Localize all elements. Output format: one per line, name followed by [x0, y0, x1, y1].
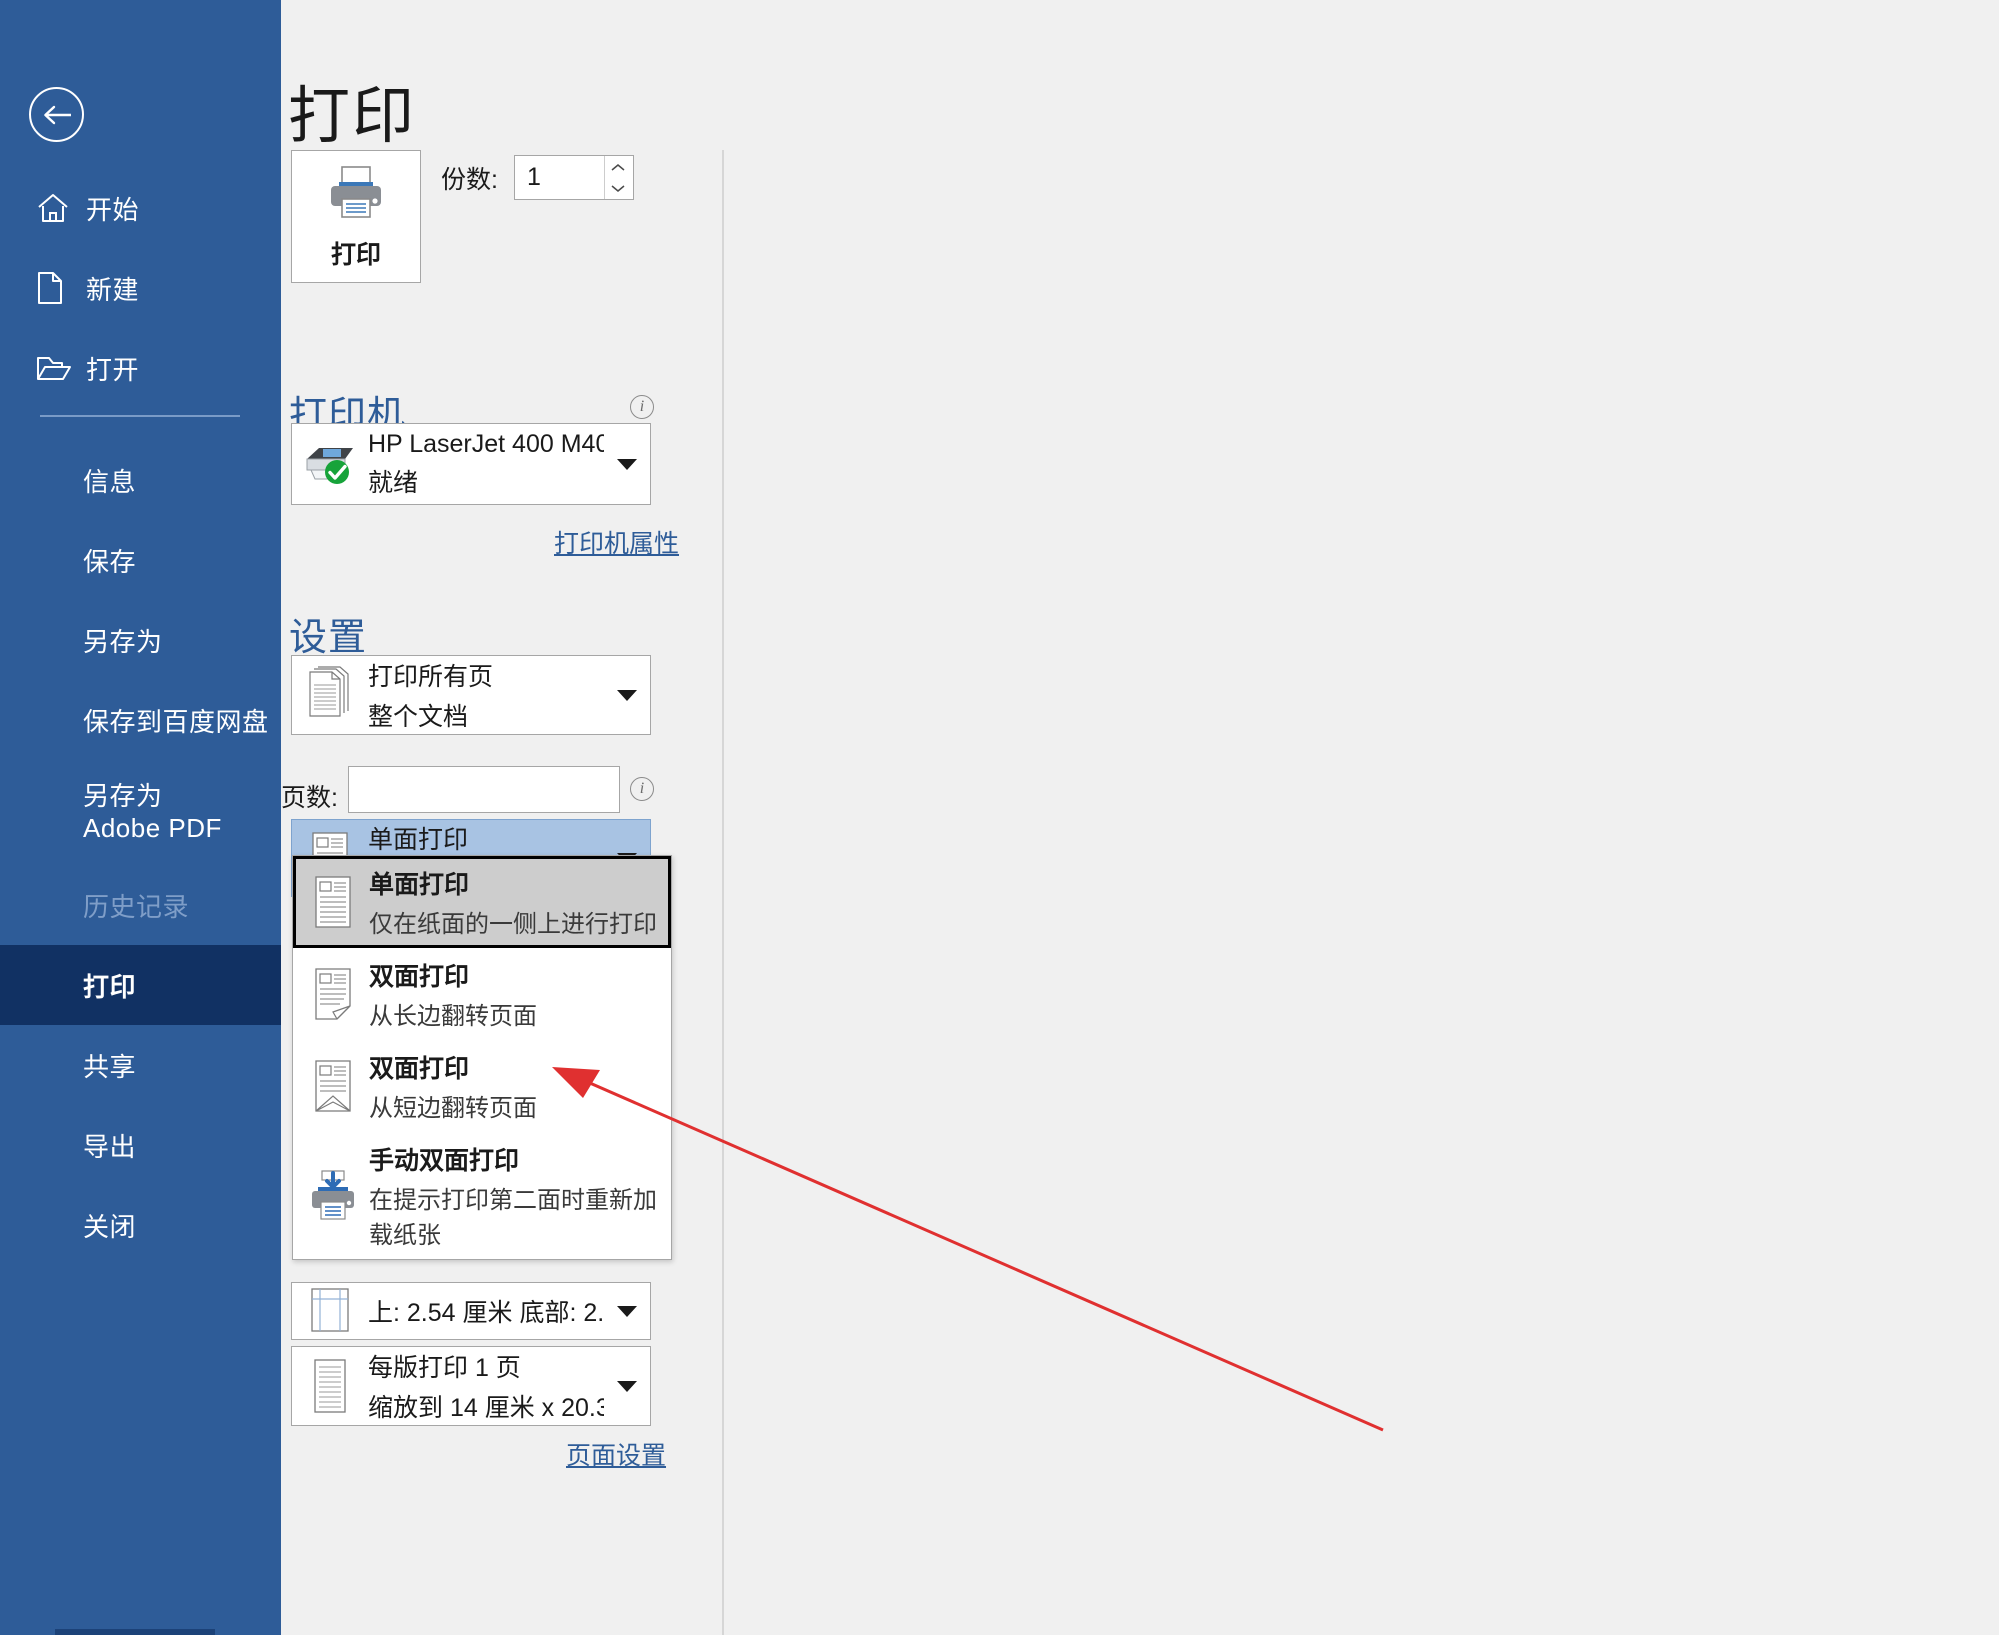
- margins-icon: [292, 1287, 368, 1335]
- new-document-icon: [36, 271, 80, 305]
- printer-select[interactable]: HP LaserJet 400 M401... 就绪: [291, 423, 651, 505]
- margins-select[interactable]: 上: 2.54 厘米 底部: 2.54...: [291, 1282, 651, 1340]
- margins-select-text: 上: 2.54 厘米 底部: 2.54...: [368, 1293, 604, 1329]
- sidebar-item-label: 新建: [86, 274, 140, 305]
- duplex-option-subtitle: 仅在纸面的一侧上进行打印: [369, 911, 657, 938]
- duplex-option-title: 双面打印: [369, 963, 470, 991]
- panel-divider: [722, 150, 724, 1635]
- sidebar-item-new[interactable]: 新建: [0, 248, 281, 328]
- chevron-down-icon[interactable]: [604, 458, 650, 470]
- copies-input[interactable]: [514, 157, 595, 198]
- chevron-down-icon[interactable]: [604, 1305, 650, 1317]
- duplex-option-manual[interactable]: 手动双面打印 在提示打印第二面时重新加载纸张: [293, 1132, 671, 1259]
- sidebar-item-home[interactable]: 开始: [0, 168, 281, 248]
- sidebar-item-print[interactable]: 打印: [0, 945, 281, 1025]
- printer-properties-link[interactable]: 打印机属性: [554, 524, 679, 560]
- duplex-title: 单面打印: [368, 826, 469, 854]
- duplex-dropdown-list: 单面打印 仅在纸面的一侧上进行打印 双面打印 从长边翻转页面 双面打印 从短边翻…: [292, 855, 672, 1260]
- word-backstage-print-screen: 开始 新建 打开 信息 保存 另存为 保存到百度网盘 另存为 Adobe PDF…: [0, 0, 1999, 1635]
- printer-device-icon: [292, 439, 368, 489]
- duplex-option-long-edge[interactable]: 双面打印 从长边翻转页面: [293, 948, 671, 1040]
- copies-spinner-down[interactable]: [605, 178, 632, 199]
- duplex-option-subtitle: 在提示打印第二面时重新加载纸张: [369, 1187, 657, 1249]
- page-setup-link[interactable]: 页面设置: [566, 1436, 666, 1472]
- print-settings-panel: 打印 打印 份数: 1 打印机 i HP LaserJet 400 M40 就绪…: [281, 0, 1999, 1635]
- sidebar-item-info[interactable]: 信息: [0, 440, 281, 520]
- sidebar-command-list: 信息 保存 另存为 保存到百度网盘 另存为 Adobe PDF 历史记录 打印 …: [0, 440, 281, 1265]
- sidebar-item-label: 开始: [86, 194, 140, 225]
- back-arrow-icon[interactable]: [29, 87, 84, 142]
- duplex-option-one-sided[interactable]: 单面打印 仅在纸面的一侧上进行打印: [293, 856, 671, 948]
- sidebar-scroll-indicator[interactable]: [55, 1629, 215, 1635]
- chevron-down-icon[interactable]: [604, 689, 650, 701]
- manual-duplex-icon: [297, 1169, 369, 1223]
- pages-per-sheet-icon: [292, 1357, 368, 1415]
- sidebar-item-close[interactable]: 关闭: [0, 1185, 281, 1265]
- print-range-select[interactable]: 打印所有页 整个文档: [291, 655, 651, 735]
- duplex-option-title: 单面打印: [369, 871, 470, 899]
- duplex-option-text: 手动双面打印 在提示打印第二面时重新加载纸张: [369, 1141, 665, 1250]
- open-folder-icon: [36, 353, 80, 383]
- page-title: 打印: [288, 82, 417, 151]
- copies-spinner-up[interactable]: [605, 157, 632, 178]
- duplex-option-title: 双面打印: [369, 1055, 470, 1083]
- copies-spinner[interactable]: [603, 156, 632, 199]
- pages-per-sheet-subtitle: 缩放到 14 厘米 x 20.3...: [368, 1394, 604, 1422]
- print-range-title: 打印所有页: [368, 663, 494, 691]
- copies-row: 份数:: [441, 155, 634, 200]
- sidebar-item-save-to-baidu-netdisk[interactable]: 保存到百度网盘: [0, 680, 281, 760]
- duplex-option-subtitle: 从短边翻转页面: [369, 1095, 537, 1122]
- pages-per-sheet-title: 每版打印 1 页: [368, 1354, 521, 1382]
- backstage-sidebar: 开始 新建 打开 信息 保存 另存为 保存到百度网盘 另存为 Adobe PDF…: [0, 0, 281, 1635]
- sidebar-top-group: 开始 新建 打开: [0, 168, 281, 408]
- all-pages-icon: [292, 666, 368, 724]
- chevron-down-icon[interactable]: [604, 1380, 650, 1392]
- printer-select-text: HP LaserJet 400 M401... 就绪: [368, 430, 604, 499]
- duplex-option-text: 双面打印 从长边翻转页面: [369, 957, 537, 1031]
- sidebar-item-save[interactable]: 保存: [0, 520, 281, 600]
- duplex-option-title: 手动双面打印: [369, 1147, 520, 1175]
- duplex-option-text: 单面打印 仅在纸面的一侧上进行打印: [369, 865, 657, 939]
- print-range-subtitle: 整个文档: [368, 703, 469, 731]
- print-button[interactable]: 打印: [291, 150, 421, 283]
- pages-per-sheet-text: 每版打印 1 页 缩放到 14 厘米 x 20.3...: [368, 1348, 604, 1424]
- duplex-option-subtitle: 从长边翻转页面: [369, 1003, 537, 1030]
- printer-icon: [325, 162, 387, 227]
- sidebar-item-save-as-adobe-pdf[interactable]: 另存为 Adobe PDF: [0, 760, 281, 865]
- margins-title: 上: 2.54 厘米 底部: 2.54...: [368, 1299, 604, 1327]
- printer-status: 就绪: [368, 468, 419, 497]
- sidebar-item-label: 另存为 Adobe PDF: [83, 780, 222, 843]
- pages-label: 页数:: [281, 784, 338, 812]
- print-range-text: 打印所有页 整个文档: [368, 657, 604, 733]
- duplex-option-text: 双面打印 从短边翻转页面: [369, 1049, 537, 1123]
- duplex-long-edge-icon: [297, 966, 369, 1022]
- sidebar-item-open[interactable]: 打开: [0, 328, 281, 408]
- copies-stepper[interactable]: [513, 155, 634, 200]
- pages-per-sheet-select[interactable]: 每版打印 1 页 缩放到 14 厘米 x 20.3...: [291, 1346, 651, 1426]
- sidebar-divider: [40, 415, 240, 417]
- duplex-option-short-edge[interactable]: 双面打印 从短边翻转页面: [293, 1040, 671, 1132]
- sidebar-item-export[interactable]: 导出: [0, 1105, 281, 1185]
- settings-section-heading: 设置: [289, 617, 368, 659]
- info-icon[interactable]: i: [630, 777, 654, 801]
- sidebar-item-label: 打开: [86, 354, 140, 385]
- copies-label: 份数:: [441, 165, 498, 194]
- sidebar-item-save-as[interactable]: 另存为: [0, 600, 281, 680]
- printer-name: HP LaserJet 400 M401...: [368, 429, 604, 458]
- duplex-short-edge-icon: [297, 1058, 369, 1114]
- pages-input[interactable]: [348, 766, 620, 813]
- info-icon[interactable]: i: [630, 395, 654, 419]
- one-sided-icon: [297, 874, 369, 930]
- sidebar-item-history: 历史记录: [83, 891, 190, 922]
- home-icon: [36, 192, 80, 224]
- print-button-label: 打印: [330, 241, 381, 269]
- sidebar-item-share[interactable]: 共享: [0, 1025, 281, 1105]
